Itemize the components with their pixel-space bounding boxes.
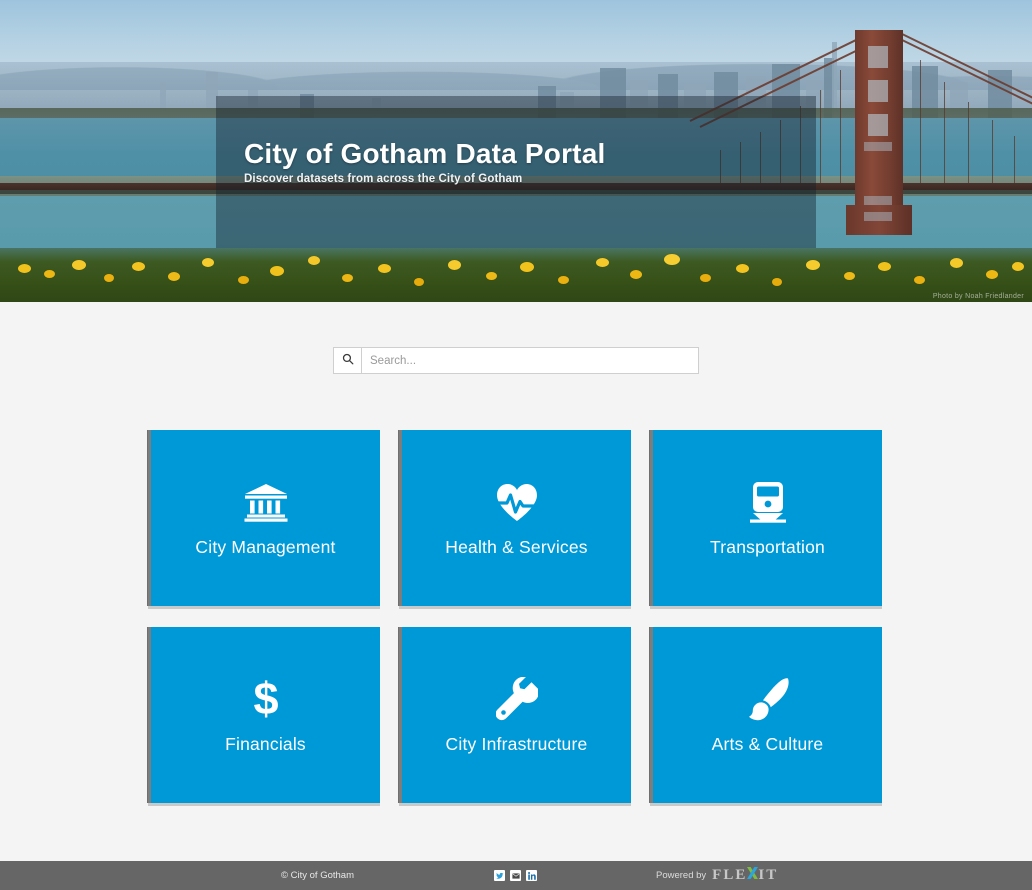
paintbrush-icon [746, 676, 790, 722]
hero-banner: Photo by Noah Friedlander City of Gotham… [0, 0, 1032, 302]
page-title: City of Gotham Data Portal [244, 138, 606, 169]
social-links [494, 870, 537, 881]
main-content: City Management Health & Services [0, 302, 1032, 861]
category-tile-city-infrastructure[interactable]: City Infrastructure [399, 627, 631, 803]
category-tile-label: City Infrastructure [445, 734, 588, 755]
category-tile-health-services[interactable]: Health & Services [399, 430, 631, 606]
site-footer: © City of Gotham Powered by FLE IT [0, 861, 1032, 890]
email-icon[interactable] [510, 870, 521, 881]
search-bar [333, 347, 699, 374]
category-tile-transportation[interactable]: Transportation [650, 430, 882, 606]
flexit-logo-pre: FLE [712, 867, 748, 883]
dollar-icon: $ [251, 676, 281, 722]
bank-icon [244, 479, 288, 525]
powered-by-label: Powered by [656, 870, 707, 881]
flexit-logo-post: IT [758, 867, 779, 883]
photo-credit: Photo by Noah Friedlander [932, 293, 1024, 300]
category-tile-arts-culture[interactable]: Arts & Culture [650, 627, 882, 803]
category-tile-city-management[interactable]: City Management [148, 430, 380, 606]
copyright-text: © City of Gotham [281, 870, 354, 881]
category-tile-label: Arts & Culture [711, 734, 824, 755]
flexit-logo-x [747, 867, 759, 884]
category-tile-label: Financials [225, 734, 306, 755]
flexit-logo[interactable]: FLE IT [712, 867, 778, 884]
category-tile-label: Health & Services [445, 537, 588, 558]
page-subtitle: Discover datasets from across the City o… [244, 173, 523, 185]
train-icon [749, 479, 786, 525]
hero-text-overlay [216, 96, 816, 248]
search-button[interactable] [333, 347, 361, 374]
search-input[interactable] [361, 347, 699, 374]
heartbeat-icon [494, 479, 539, 525]
category-tile-grid: City Management Health & Services Transp… [148, 430, 882, 803]
twitter-icon[interactable] [494, 870, 505, 881]
category-tile-label: City Management [195, 537, 336, 558]
category-tile-label: Transportation [710, 537, 825, 558]
powered-by: Powered by FLE IT [656, 867, 778, 884]
svg-text:$: $ [253, 676, 278, 722]
page-root: Photo by Noah Friedlander City of Gotham… [0, 0, 1032, 890]
search-icon [342, 353, 354, 368]
wrench-icon [495, 676, 538, 722]
linkedin-icon[interactable] [526, 870, 537, 881]
category-tile-financials[interactable]: $ Financials [148, 627, 380, 803]
flowers-foreground: Photo by Noah Friedlander [0, 248, 1032, 302]
